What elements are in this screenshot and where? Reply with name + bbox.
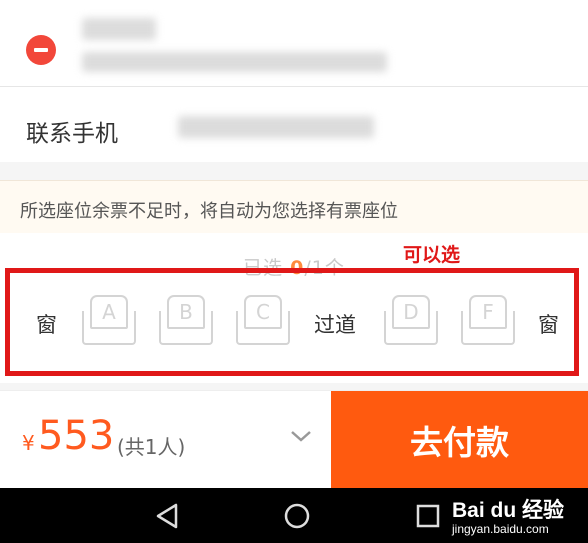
- phone-number-redacted[interactable]: [178, 116, 374, 138]
- watermark-url: jingyan.baidu.com: [452, 522, 549, 536]
- seat-selection: 已选 0/1个 可以选 窗 A B C 过道 D F 窗: [0, 233, 588, 383]
- seat-f[interactable]: F: [461, 295, 515, 347]
- seat-a[interactable]: A: [82, 295, 136, 347]
- recent-apps-icon[interactable]: [414, 502, 442, 530]
- seat-row: 窗 A B C 过道 D F 窗: [0, 295, 588, 351]
- remove-passenger-icon[interactable]: [26, 35, 56, 65]
- seat-c[interactable]: C: [236, 295, 290, 347]
- pay-button[interactable]: 去付款: [331, 391, 588, 489]
- baidu-jingyan-watermark: Bai du 经验 jingyan.baidu.com: [452, 494, 564, 536]
- seat-b[interactable]: B: [159, 295, 213, 347]
- total-price: 553: [38, 413, 115, 459]
- passenger-count: (共1人): [117, 435, 186, 459]
- phone-label: 联系手机: [26, 121, 118, 147]
- passenger-id-redacted: [82, 52, 387, 72]
- divider: [0, 86, 588, 87]
- seat-d[interactable]: D: [384, 295, 438, 347]
- passenger-card: 联系手机: [0, 0, 588, 162]
- back-icon[interactable]: [154, 502, 182, 530]
- watermark-title: Bai du 经验: [452, 499, 565, 522]
- window-label-right: 窗: [538, 313, 559, 337]
- seat-notice: 所选座位余票不足时，将自动为您选择有票座位: [0, 180, 588, 234]
- aisle-label: 过道: [314, 313, 356, 337]
- notice-text: 所选座位余票不足时，将自动为您选择有票座位: [20, 201, 398, 222]
- booking-screen: 联系手机 所选座位余票不足时，将自动为您选择有票座位 已选 0/1个 可以选 窗…: [0, 0, 588, 543]
- chevron-down-icon[interactable]: [290, 425, 312, 447]
- passenger-name-redacted: [82, 18, 156, 40]
- annotation-text: 可以选: [403, 244, 461, 266]
- window-label-left: 窗: [36, 313, 57, 337]
- currency-symbol: ¥: [22, 431, 35, 455]
- home-icon[interactable]: [283, 502, 311, 530]
- checkout-bar: ¥ 553 (共1人) 去付款: [0, 390, 588, 489]
